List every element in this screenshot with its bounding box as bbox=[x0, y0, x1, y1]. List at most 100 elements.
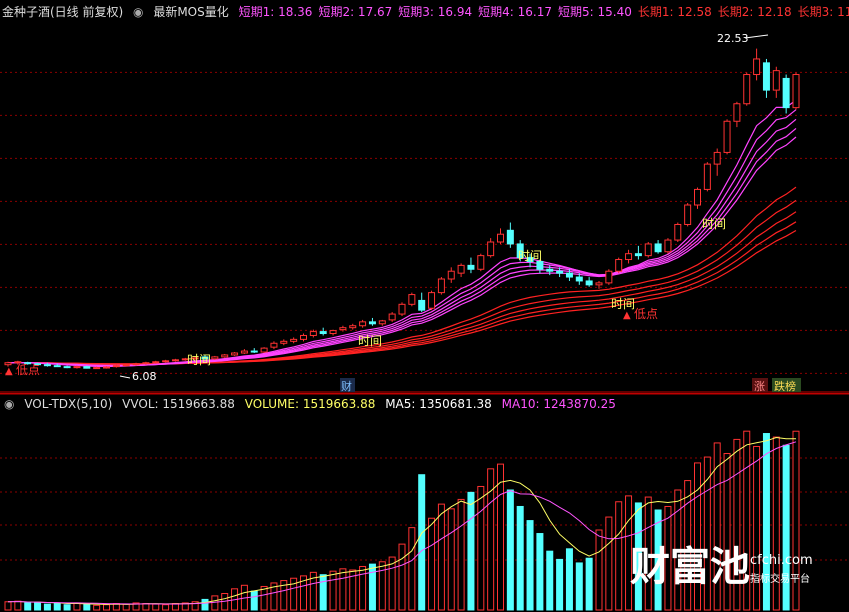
volume-bar[interactable] bbox=[467, 491, 475, 611]
candle[interactable] bbox=[368, 321, 376, 325]
volume-bar[interactable] bbox=[585, 557, 593, 611]
candle[interactable] bbox=[132, 363, 140, 366]
volume-bar[interactable] bbox=[162, 604, 170, 611]
volume-bar[interactable] bbox=[388, 556, 396, 611]
candle[interactable] bbox=[753, 58, 761, 76]
volume-bar[interactable] bbox=[319, 574, 327, 611]
volume-bar[interactable] bbox=[536, 533, 544, 611]
volume-bar[interactable] bbox=[418, 474, 426, 611]
candle[interactable] bbox=[625, 253, 633, 261]
volume-bar[interactable] bbox=[43, 603, 51, 611]
candle[interactable] bbox=[565, 272, 573, 278]
candle[interactable] bbox=[772, 70, 780, 91]
candle[interactable] bbox=[309, 331, 317, 336]
candle[interactable] bbox=[664, 239, 672, 253]
candle[interactable] bbox=[437, 278, 445, 294]
candle[interactable] bbox=[644, 243, 652, 257]
volume-bar[interactable] bbox=[457, 498, 465, 611]
candle[interactable] bbox=[103, 366, 110, 369]
candle[interactable] bbox=[240, 350, 248, 354]
candle[interactable] bbox=[359, 321, 367, 327]
volume-bar[interactable] bbox=[63, 604, 71, 611]
volume-bar[interactable] bbox=[14, 600, 22, 611]
candle[interactable] bbox=[615, 259, 623, 272]
candle[interactable] bbox=[487, 241, 495, 257]
volume-bar[interactable] bbox=[516, 505, 524, 611]
volume-bar[interactable] bbox=[83, 603, 91, 611]
volume-bar[interactable] bbox=[753, 445, 761, 611]
candle[interactable] bbox=[684, 204, 692, 225]
candle[interactable] bbox=[290, 338, 298, 342]
volume-bar[interactable] bbox=[53, 603, 61, 611]
candle[interactable] bbox=[112, 365, 120, 368]
candle[interactable] bbox=[575, 276, 583, 282]
volume-bar[interactable] bbox=[565, 548, 573, 611]
candle[interactable] bbox=[733, 103, 741, 122]
candle[interactable] bbox=[605, 270, 613, 284]
volume-bar[interactable] bbox=[526, 520, 534, 611]
volume-bar[interactable] bbox=[447, 508, 455, 611]
candle[interactable] bbox=[300, 334, 307, 340]
candle[interactable] bbox=[250, 350, 258, 353]
volume-bar[interactable] bbox=[4, 601, 12, 611]
volume-bar[interactable] bbox=[575, 562, 583, 611]
panel-divider[interactable] bbox=[0, 393, 849, 395]
candle[interactable] bbox=[585, 280, 593, 286]
volume-bar[interactable] bbox=[408, 527, 416, 611]
candle[interactable] bbox=[595, 282, 603, 286]
volume-bar[interactable] bbox=[34, 601, 42, 611]
candle[interactable] bbox=[546, 268, 554, 272]
candle[interactable] bbox=[408, 294, 416, 305]
candle[interactable] bbox=[782, 77, 790, 109]
candle[interactable] bbox=[477, 255, 485, 270]
candle[interactable] bbox=[762, 62, 770, 91]
candle[interactable] bbox=[418, 299, 426, 311]
candle[interactable] bbox=[674, 223, 682, 241]
volume-bar[interactable] bbox=[378, 561, 386, 611]
candle[interactable] bbox=[457, 264, 465, 274]
candle[interactable] bbox=[703, 163, 711, 190]
candle[interactable] bbox=[63, 366, 71, 369]
candle[interactable] bbox=[723, 120, 731, 153]
volume-bar[interactable] bbox=[605, 516, 613, 611]
volume-bar[interactable] bbox=[477, 485, 485, 611]
volume-bar[interactable] bbox=[497, 463, 504, 611]
volume-bar[interactable] bbox=[437, 503, 445, 611]
candle[interactable] bbox=[398, 303, 406, 315]
candle[interactable] bbox=[73, 366, 81, 369]
candle[interactable] bbox=[743, 74, 751, 105]
volume-bar[interactable] bbox=[339, 568, 347, 611]
candle[interactable] bbox=[378, 320, 386, 325]
volume-bar[interactable] bbox=[142, 603, 150, 611]
candle[interactable] bbox=[4, 362, 12, 366]
candle[interactable] bbox=[349, 325, 357, 329]
volume-bar[interactable] bbox=[556, 558, 564, 611]
candle[interactable] bbox=[339, 327, 347, 331]
volume-bar[interactable] bbox=[595, 529, 603, 611]
candle[interactable] bbox=[792, 74, 800, 109]
volume-bar[interactable] bbox=[506, 489, 514, 611]
candle[interactable] bbox=[467, 264, 475, 270]
candle[interactable] bbox=[83, 366, 91, 369]
candle[interactable] bbox=[43, 364, 51, 367]
candle[interactable] bbox=[280, 340, 288, 344]
candle[interactable] bbox=[654, 243, 662, 253]
candle[interactable] bbox=[270, 342, 278, 348]
candle[interactable] bbox=[211, 356, 219, 360]
candle[interactable] bbox=[93, 367, 101, 370]
volume-bar[interactable] bbox=[103, 604, 110, 611]
volume-bar[interactable] bbox=[398, 543, 406, 611]
candle[interactable] bbox=[53, 365, 61, 368]
candle[interactable] bbox=[231, 352, 239, 356]
candle[interactable] bbox=[162, 360, 170, 363]
candle[interactable] bbox=[447, 270, 455, 280]
candle[interactable] bbox=[506, 229, 514, 245]
candle[interactable] bbox=[221, 354, 229, 358]
candle[interactable] bbox=[713, 151, 721, 165]
candle[interactable] bbox=[556, 270, 564, 274]
volume-bar[interactable] bbox=[93, 604, 101, 611]
volume-bar[interactable] bbox=[359, 565, 367, 611]
volume-bar[interactable] bbox=[122, 603, 130, 611]
volume-bar[interactable] bbox=[487, 468, 495, 611]
candle[interactable] bbox=[260, 347, 268, 353]
